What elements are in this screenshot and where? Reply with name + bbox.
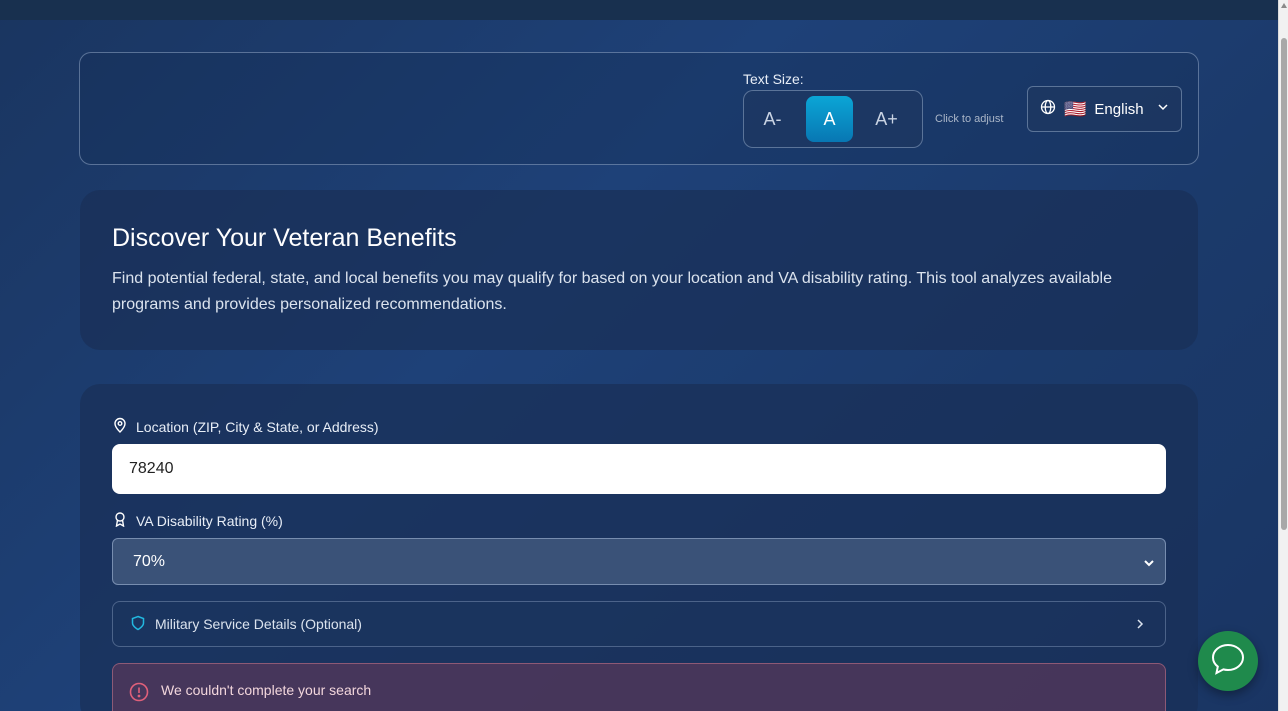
chevron-down-icon (1156, 100, 1170, 118)
default-text-button[interactable]: A (806, 96, 853, 142)
rating-selected-value: 70% (133, 552, 166, 570)
alert-circle-icon (129, 682, 149, 705)
location-label-text: Location (ZIP, City & State, or Address) (136, 418, 379, 435)
accessibility-toolbar: Text Size: A- A A+ Click to adjust 🇺🇸 En… (79, 52, 1199, 165)
page-description: Find potential federal, state, and local… (112, 270, 1112, 313)
location-field-label: Location (ZIP, City & State, or Address) (112, 417, 379, 436)
page-title: Discover Your Veteran Benefits (112, 224, 457, 252)
disability-rating-select[interactable]: 70% (112, 538, 1166, 585)
benefits-search-form: Location (ZIP, City & State, or Address)… (80, 384, 1198, 711)
chevron-right-icon (1133, 617, 1147, 634)
text-size-hint: Click to adjust (935, 113, 1004, 125)
error-message: We couldn't complete your search (161, 682, 372, 698)
chat-bubble-icon (1210, 642, 1246, 681)
error-alert: We couldn't complete your search (112, 663, 1166, 711)
text-size-label: Text Size: (743, 71, 804, 87)
scrollbar-thumb[interactable] (1281, 38, 1287, 530)
award-icon (112, 511, 128, 530)
military-details-label: Military Service Details (Optional) (155, 616, 362, 632)
intro-card: Discover Your Veteran Benefits Find pote… (80, 190, 1198, 350)
top-bar (0, 0, 1278, 20)
scroll-up-icon[interactable] (1281, 3, 1287, 8)
globe-icon (1040, 99, 1056, 119)
map-pin-icon (112, 417, 128, 436)
location-input[interactable]: 78240 (112, 444, 1166, 494)
language-selector[interactable]: 🇺🇸 English (1027, 86, 1182, 132)
shield-icon (131, 615, 145, 634)
chat-button[interactable] (1198, 631, 1258, 691)
rating-label-text: VA Disability Rating (%) (136, 512, 283, 529)
text-size-controls: A- A A+ (743, 90, 923, 148)
us-flag-icon: 🇺🇸 (1064, 98, 1087, 119)
decrease-text-button[interactable]: A- (749, 96, 796, 142)
increase-text-button[interactable]: A+ (863, 96, 910, 142)
rating-field-label: VA Disability Rating (%) (112, 511, 283, 530)
language-label: English (1094, 100, 1144, 118)
page-scrollbar[interactable] (1278, 0, 1288, 711)
chevron-down-icon (1143, 556, 1155, 574)
military-details-toggle[interactable]: Military Service Details (Optional) (112, 601, 1166, 647)
